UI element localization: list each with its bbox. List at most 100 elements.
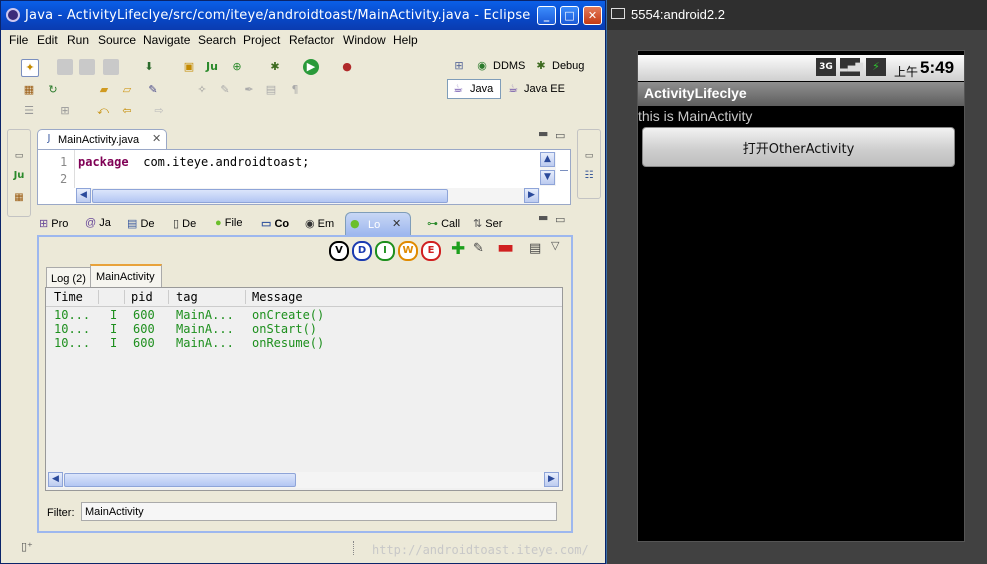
scroll-right-button[interactable]: ▶ xyxy=(524,188,539,203)
logcat-hscroll[interactable]: ◀ ▶ xyxy=(48,472,560,488)
menu-source[interactable]: Source xyxy=(98,33,136,47)
logcat-subtab-mainactivity[interactable]: MainActivity xyxy=(90,264,162,287)
debug-run-icon[interactable]: ✱ xyxy=(267,59,283,75)
open-type-icon[interactable]: ▰ xyxy=(96,82,112,98)
tab-declaration[interactable]: ▤ De xyxy=(127,217,155,230)
error-filter-button[interactable]: E xyxy=(421,241,441,261)
tab-console[interactable]: ▭ Co xyxy=(261,217,289,230)
menu-file[interactable]: File xyxy=(9,33,28,47)
column-time[interactable]: Time xyxy=(54,290,83,304)
tab-servers[interactable]: ⇅ Ser xyxy=(473,217,502,230)
tab-file-explorer[interactable]: ● File xyxy=(215,217,242,229)
menu-search[interactable]: Search xyxy=(198,33,236,47)
column-message[interactable]: Message xyxy=(252,290,303,304)
open-perspective-icon[interactable]: ⊞ xyxy=(451,58,467,74)
menu-help[interactable]: Help xyxy=(393,33,418,47)
back-icon[interactable]: ⤺ xyxy=(95,103,111,119)
new-class-icon[interactable]: ⊕ xyxy=(229,59,245,75)
print-icon[interactable] xyxy=(103,59,119,75)
editor-tab[interactable]: J MainActivity.java ✕ xyxy=(37,129,167,149)
clear-log-icon[interactable]: ▤ xyxy=(529,241,541,256)
scroll-up-button[interactable]: ▲ xyxy=(540,152,555,167)
junit-icon[interactable]: Ju xyxy=(204,59,220,75)
show-whitespace-icon[interactable]: ▤ xyxy=(263,82,279,98)
filter-field[interactable]: MainActivity xyxy=(81,502,557,521)
tab-logcat[interactable]: ● Lo ✕ xyxy=(345,212,411,235)
fast-view-icon[interactable]: ▯⁺ xyxy=(21,540,33,553)
back-arrow-icon[interactable]: ⇦ xyxy=(119,103,135,119)
junit-view-icon[interactable]: Ju xyxy=(11,168,27,184)
editor-body[interactable]: 1 2 package com.iteye.androidtoast; ▲ ▼ … xyxy=(37,149,571,205)
add-filter-icon[interactable]: ✚ xyxy=(451,239,465,259)
tab-problems[interactable]: ⊞ Pro xyxy=(39,217,68,230)
tab-devices[interactable]: ▯ De xyxy=(173,217,196,230)
android-sdk-icon[interactable]: ⬇ xyxy=(141,59,157,75)
column-pid[interactable]: pid xyxy=(131,290,153,304)
info-filter-button[interactable]: I xyxy=(375,241,395,261)
hierarchy-view-icon[interactable]: ▦ xyxy=(11,190,27,206)
new-package-icon[interactable]: ▣ xyxy=(181,59,197,75)
perspective-debug[interactable]: Debug xyxy=(552,60,584,72)
verbose-filter-button[interactable]: V xyxy=(329,241,349,261)
new-icon[interactable]: ✦ xyxy=(21,59,39,77)
scroll-right-button[interactable]: ▶ xyxy=(544,472,559,487)
editor-hscroll[interactable]: ◀ ▶ xyxy=(76,188,540,204)
perspective-ddms[interactable]: DDMS xyxy=(493,60,525,72)
run-icon[interactable]: ▶ xyxy=(303,59,319,75)
pin-icon[interactable]: ⊞ xyxy=(57,103,73,119)
maximize-button[interactable]: □ xyxy=(560,6,579,25)
menu-edit[interactable]: Edit xyxy=(37,33,58,47)
scroll-left-button[interactable]: ◀ xyxy=(76,188,91,203)
table-row[interactable]: 10... I 600 MainA... onStart() xyxy=(46,322,562,336)
remove-filter-icon[interactable]: ▬ xyxy=(497,237,514,258)
scroll-down-button[interactable]: ▼ xyxy=(540,170,555,185)
perspective-java[interactable]: Java xyxy=(470,83,493,95)
table-row[interactable]: 10... I 600 MainA... onResume() xyxy=(46,336,562,350)
annotation-icon[interactable]: ☰ xyxy=(21,103,37,119)
save-all-icon[interactable] xyxy=(79,59,95,75)
maximize-view-icon[interactable]: ▭ xyxy=(555,213,565,226)
minimize-editor-icon[interactable]: ▬ xyxy=(538,127,548,140)
restore-icon[interactable]: ▭ xyxy=(11,148,27,164)
menu-refactor[interactable]: Refactor xyxy=(289,33,334,47)
close-button[interactable]: ✕ xyxy=(583,6,602,25)
scroll-left-button[interactable]: ◀ xyxy=(48,472,63,487)
debug-filter-button[interactable]: D xyxy=(352,241,372,261)
next-annotation-icon[interactable]: ✧ xyxy=(194,82,210,98)
view-menu-icon[interactable]: ▽ xyxy=(551,239,559,252)
menu-window[interactable]: Window xyxy=(343,33,386,47)
editor-hscroll-thumb[interactable] xyxy=(92,189,448,203)
block-selection-icon[interactable]: ✒ xyxy=(241,82,257,98)
emulator-title-bar[interactable]: 5554:android2.2 xyxy=(607,0,987,30)
menu-project[interactable]: Project xyxy=(243,33,280,47)
outline-view-icon[interactable]: ☷ xyxy=(581,168,597,184)
tab-call-hierarchy[interactable]: ⊶ Call xyxy=(427,217,460,230)
menu-run[interactable]: Run xyxy=(67,33,89,47)
eclipse-title-bar[interactable]: Java - ActivityLifeclye/src/com/iteye/an… xyxy=(1,1,605,30)
open-other-activity-button[interactable]: 打开OtherActivity xyxy=(642,127,955,167)
minimize-view-icon[interactable]: ▬ xyxy=(538,211,548,224)
column-tag[interactable]: tag xyxy=(176,290,198,304)
maximize-editor-icon[interactable]: ▭ xyxy=(555,129,565,142)
tab-javadoc[interactable]: @ Ja xyxy=(85,217,111,229)
refresh-icon[interactable]: ↻ xyxy=(45,82,61,98)
close-tab-icon[interactable]: ✕ xyxy=(152,132,161,145)
close-logcat-icon[interactable]: ✕ xyxy=(392,217,401,230)
edit-filter-icon[interactable]: ✎ xyxy=(473,241,484,256)
minimize-button[interactable]: _ xyxy=(537,6,556,25)
save-icon[interactable] xyxy=(57,59,73,75)
external-tools-icon[interactable]: ● xyxy=(339,59,355,75)
package-icon[interactable]: ▦ xyxy=(21,82,37,98)
pilcrow-icon[interactable]: ¶ xyxy=(287,82,303,98)
logcat-subtab-log[interactable]: Log (2) xyxy=(46,267,91,287)
search-icon[interactable]: ✎ xyxy=(145,82,161,98)
open-folder-icon[interactable]: ▱ xyxy=(119,82,135,98)
menu-navigate[interactable]: Navigate xyxy=(143,33,190,47)
forward-arrow-icon[interactable]: ⇨ xyxy=(151,103,167,119)
warn-filter-button[interactable]: W xyxy=(398,241,418,261)
restore-right-icon[interactable]: ▭ xyxy=(581,148,597,164)
perspective-java-ee[interactable]: Java EE xyxy=(524,83,565,95)
table-row[interactable]: 10... I 600 MainA... onCreate() xyxy=(46,308,562,322)
tab-emulator-control[interactable]: ◉ Em xyxy=(305,217,334,230)
logcat-hscroll-thumb[interactable] xyxy=(64,473,296,487)
